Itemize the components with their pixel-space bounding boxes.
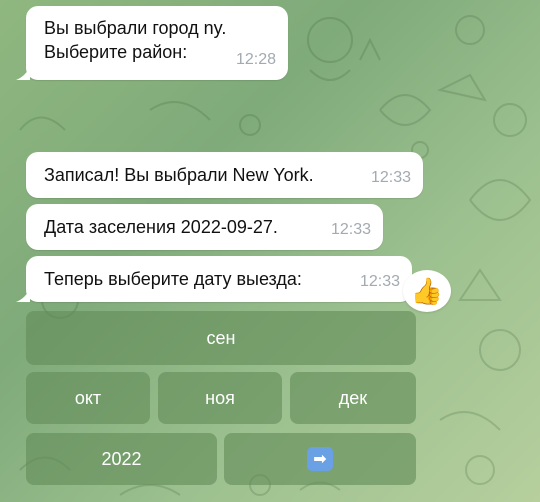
keyboard-button-label: дек [338, 387, 368, 408]
right-arrow-icon: ➡ [307, 447, 333, 471]
message-time: 12:33 [359, 273, 400, 290]
thumbs-up-icon: 👍 [410, 275, 444, 306]
keyboard-button-label: сен [206, 327, 236, 348]
message-text: Теперь выберите дату выезда: [44, 269, 302, 289]
thumbs-up-reaction[interactable]: 👍 [403, 270, 451, 312]
message-text: Записал! Вы выбрали New York. [44, 165, 314, 185]
message-time: 12:33 [370, 169, 411, 186]
message-time: 12:28 [235, 51, 276, 68]
keyboard-button-label: 2022 [101, 448, 142, 469]
bubble-tail [16, 288, 30, 302]
message-time: 12:33 [330, 221, 371, 238]
message-bubble: Дата заселения 2022-09-27. 12:33 [26, 204, 383, 250]
keyboard-button-year[interactable]: 2022 [26, 433, 217, 485]
keyboard-button-sep[interactable]: сен [26, 311, 416, 365]
bubble-tail [16, 66, 30, 80]
keyboard-button-dec[interactable]: дек [290, 372, 416, 424]
keyboard-button-label: ноя [205, 387, 235, 408]
keyboard-button-nov[interactable]: ноя [158, 372, 282, 424]
keyboard-button-next[interactable]: ➡ [224, 433, 416, 485]
message-bubble: Теперь выберите дату выезда: 12:33 [26, 256, 412, 302]
message-text: Дата заселения 2022-09-27. [44, 217, 278, 237]
message-bubble: Записал! Вы выбрали New York. 12:33 [26, 152, 423, 198]
message-text: Вы выбрали город ny. Выберите район: [44, 18, 227, 62]
keyboard-button-oct[interactable]: окт [26, 372, 150, 424]
message-bubble: Вы выбрали город ny. Выберите район: 12:… [26, 6, 288, 80]
keyboard-button-label: окт [74, 387, 102, 408]
